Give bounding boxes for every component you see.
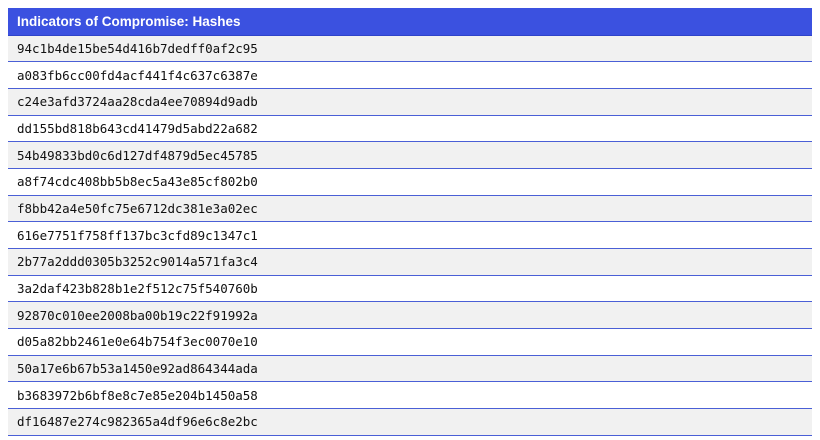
table-row: 54b49833bd0c6d127df4879d5ec45785 [8,141,812,169]
header-row: Indicators of Compromise: Hashes [8,8,812,36]
table-row: b3683972b6bf8e8c7e85e204b1450a58 [8,381,812,410]
hash-cell: 616e7751f758ff137bc3cfd89c1347c1 [8,221,812,249]
hash-cell: 50a17e6b67b53a1450e92ad864344ada [8,355,812,383]
hash-cell: a8f74cdc408bb5b8ec5a43e85cf802b0 [8,168,812,196]
table-row: a8f74cdc408bb5b8ec5a43e85cf802b0 [8,168,812,196]
table-header: Indicators of Compromise: Hashes [8,8,812,36]
table-row: 3a2daf423b828b1e2f512c75f540760b [8,275,812,303]
table-row: df16487e274c982365a4df96e6c8e2bc [8,408,812,436]
hash-cell: df16487e274c982365a4df96e6c8e2bc [8,408,812,436]
hash-cell: a083fb6cc00fd4acf441f4c637c6387e [8,61,812,89]
table-row: dd155bd818b643cd41479d5abd22a682 [8,115,812,143]
hash-cell: d05a82bb2461e0e64b754f3ec0070e10 [8,328,812,356]
hash-cell: 2b77a2ddd0305b3252c9014a571fa3c4 [8,248,812,276]
ioc-hashes-table: Indicators of Compromise: Hashes 94c1b4d… [8,8,812,436]
table-row: a083fb6cc00fd4acf441f4c637c6387e [8,61,812,89]
table-row: 50a17e6b67b53a1450e92ad864344ada [8,355,812,383]
table-title: Indicators of Compromise: Hashes [8,8,812,36]
table-row: 92870c010ee2008ba00b19c22f91992a [8,301,812,330]
table-row: 2b77a2ddd0305b3252c9014a571fa3c4 [8,248,812,276]
table-row: d05a82bb2461e0e64b754f3ec0070e10 [8,328,812,356]
hash-cell: f8bb42a4e50fc75e6712dc381e3a02ec [8,195,812,223]
hash-cell: b3683972b6bf8e8c7e85e204b1450a58 [8,381,812,410]
table-row: f8bb42a4e50fc75e6712dc381e3a02ec [8,195,812,223]
hash-cell: 3a2daf423b828b1e2f512c75f540760b [8,275,812,303]
hash-cell: 54b49833bd0c6d127df4879d5ec45785 [8,141,812,169]
hash-cell: dd155bd818b643cd41479d5abd22a682 [8,115,812,143]
table-row: c24e3afd3724aa28cda4ee70894d9adb [8,88,812,116]
table-row: 94c1b4de15be54d416b7dedff0af2c95 [8,35,812,63]
hash-cell: c24e3afd3724aa28cda4ee70894d9adb [8,88,812,116]
table-body: 94c1b4de15be54d416b7dedff0af2c95 a083fb6… [8,35,812,436]
hash-cell: 94c1b4de15be54d416b7dedff0af2c95 [8,35,812,63]
hash-cell: 92870c010ee2008ba00b19c22f91992a [8,301,812,330]
table-row: 616e7751f758ff137bc3cfd89c1347c1 [8,221,812,249]
